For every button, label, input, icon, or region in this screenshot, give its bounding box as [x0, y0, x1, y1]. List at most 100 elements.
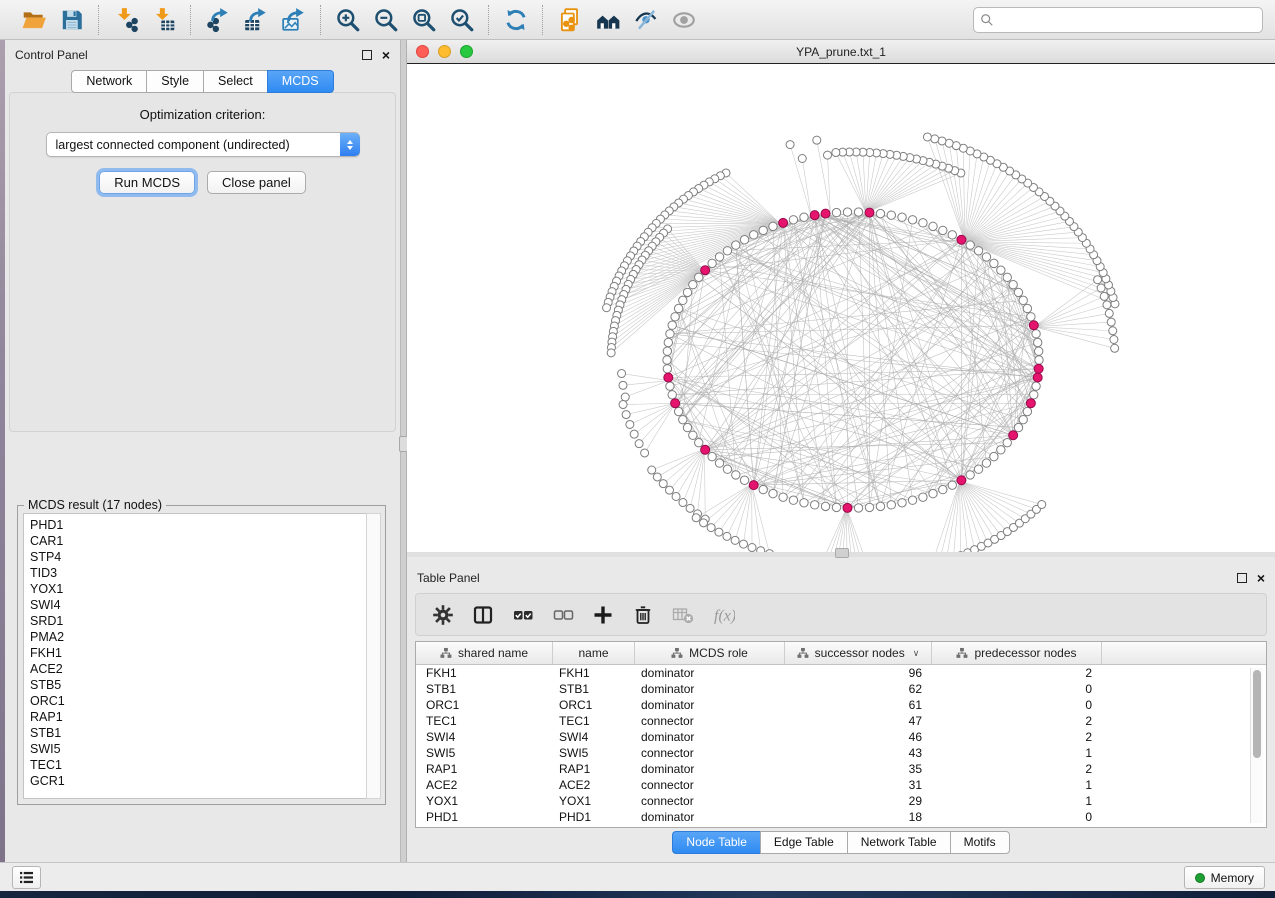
float-table-panel-icon[interactable] [1237, 573, 1247, 583]
table-cell[interactable]: connector [635, 746, 785, 760]
table-row[interactable]: FKH1FKH1dominator962 [416, 665, 1266, 681]
function-builder-icon[interactable]: f(x) [710, 602, 736, 628]
table-row[interactable]: YOX1YOX1connector291 [416, 793, 1266, 809]
table-cell[interactable]: 62 [785, 682, 932, 696]
network-graph[interactable] [407, 64, 1275, 553]
table-scrollbar[interactable] [1250, 668, 1263, 823]
network-splitter-handle[interactable] [835, 548, 849, 558]
table-cell[interactable]: dominator [635, 730, 785, 744]
import-network-icon[interactable] [110, 5, 142, 35]
tab-mcds[interactable]: MCDS [267, 70, 334, 93]
tab-node-table[interactable]: Node Table [672, 831, 760, 854]
table-cell[interactable]: dominator [635, 762, 785, 776]
memory-button[interactable]: Memory [1184, 866, 1265, 889]
column-header-shared-name[interactable]: shared name [416, 642, 553, 664]
table-cell[interactable]: FKH1 [416, 666, 553, 680]
add-column-icon[interactable] [590, 602, 616, 628]
delete-selected-icon[interactable] [630, 602, 656, 628]
table-cell[interactable]: 18 [785, 810, 932, 824]
table-cell[interactable]: STB1 [416, 682, 553, 696]
table-cell[interactable]: PHD1 [553, 810, 635, 824]
export-image-icon[interactable] [278, 5, 310, 35]
search-field[interactable] [973, 7, 1263, 33]
table-cell[interactable]: ACE2 [553, 778, 635, 792]
mcds-result-node[interactable]: SWI5 [30, 741, 366, 757]
table-cell[interactable]: ORC1 [553, 698, 635, 712]
table-cell[interactable]: dominator [635, 682, 785, 696]
zoom-selected-icon[interactable] [446, 5, 478, 35]
table-cell[interactable]: ACE2 [416, 778, 553, 792]
mcds-result-node[interactable]: STP4 [30, 549, 366, 565]
table-row[interactable]: TEC1TEC1connector472 [416, 713, 1266, 729]
table-row[interactable]: SWI4SWI4dominator462 [416, 729, 1266, 745]
close-table-panel-icon[interactable]: × [1257, 573, 1265, 583]
table-cell[interactable]: 0 [932, 810, 1102, 824]
network-canvas[interactable] [407, 63, 1275, 552]
save-session-icon[interactable] [56, 5, 88, 35]
delete-table-icon[interactable] [670, 602, 696, 628]
table-row[interactable]: RAP1RAP1dominator352 [416, 761, 1266, 777]
search-input[interactable] [999, 12, 1256, 28]
column-header-predecessor-nodes[interactable]: predecessor nodes [932, 642, 1102, 664]
tab-network-table[interactable]: Network Table [847, 831, 950, 854]
table-cell[interactable]: 0 [932, 698, 1102, 712]
table-cell[interactable]: STB1 [553, 682, 635, 696]
run-mcds-button[interactable]: Run MCDS [99, 171, 195, 194]
table-cell[interactable]: dominator [635, 666, 785, 680]
column-header-MCDS-role[interactable]: MCDS role [635, 642, 785, 664]
select-all-icon[interactable] [510, 602, 536, 628]
mcds-result-node[interactable]: YOX1 [30, 581, 366, 597]
tab-select[interactable]: Select [203, 70, 267, 93]
table-cell[interactable]: 43 [785, 746, 932, 760]
table-cell[interactable]: 29 [785, 794, 932, 808]
mcds-result-node[interactable]: SRD1 [30, 613, 366, 629]
toggle-columns-icon[interactable] [470, 602, 496, 628]
vertical-splitter[interactable] [400, 40, 407, 862]
table-cell[interactable]: 31 [785, 778, 932, 792]
new-network-from-selection-icon[interactable] [554, 5, 586, 35]
table-cell[interactable]: 0 [932, 682, 1102, 696]
hide-selected-icon[interactable] [630, 5, 662, 35]
first-neighbors-icon[interactable] [592, 5, 624, 35]
table-cell[interactable]: connector [635, 714, 785, 728]
mcds-result-node[interactable]: STB5 [30, 677, 366, 693]
table-row[interactable]: PHD1PHD1dominator180 [416, 809, 1266, 825]
mcds-result-node[interactable]: ORC1 [30, 693, 366, 709]
table-cell[interactable]: 1 [932, 778, 1102, 792]
table-settings-icon[interactable] [430, 602, 456, 628]
open-session-icon[interactable] [18, 5, 50, 35]
table-cell[interactable]: SWI5 [416, 746, 553, 760]
table-cell[interactable]: TEC1 [416, 714, 553, 728]
tab-network[interactable]: Network [71, 70, 146, 93]
table-cell[interactable]: 1 [932, 746, 1102, 760]
mcds-result-node[interactable]: SWI4 [30, 597, 366, 613]
tab-motifs[interactable]: Motifs [950, 831, 1010, 854]
table-cell[interactable]: TEC1 [553, 714, 635, 728]
table-cell[interactable]: 96 [785, 666, 932, 680]
mcds-result-node[interactable]: TEC1 [30, 757, 366, 773]
table-scrollbar-thumb[interactable] [1253, 670, 1261, 758]
tab-edge-table[interactable]: Edge Table [760, 831, 847, 854]
table-cell[interactable]: 35 [785, 762, 932, 776]
table-cell[interactable]: 2 [932, 762, 1102, 776]
mcds-result-node[interactable]: PMA2 [30, 629, 366, 645]
table-cell[interactable]: YOX1 [416, 794, 553, 808]
table-cell[interactable]: connector [635, 778, 785, 792]
table-cell[interactable]: SWI4 [416, 730, 553, 744]
mcds-result-node[interactable]: STB1 [30, 725, 366, 741]
table-cell[interactable]: ORC1 [416, 698, 553, 712]
mcds-result-node[interactable]: TID3 [30, 565, 366, 581]
table-cell[interactable]: 1 [932, 794, 1102, 808]
table-row[interactable]: ORC1ORC1dominator610 [416, 697, 1266, 713]
deselect-all-icon[interactable] [550, 602, 576, 628]
optimization-criterion-dropdown[interactable]: largest connected component (undirected) [46, 132, 360, 157]
table-cell[interactable]: FKH1 [553, 666, 635, 680]
task-history-button[interactable] [12, 866, 41, 889]
table-row[interactable]: ACE2ACE2connector311 [416, 777, 1266, 793]
close-panel-button[interactable]: Close panel [207, 171, 306, 194]
mcds-result-node[interactable]: GCR1 [30, 773, 366, 789]
table-cell[interactable]: dominator [635, 810, 785, 824]
refresh-icon[interactable] [500, 5, 532, 35]
table-cell[interactable]: PHD1 [416, 810, 553, 824]
table-row[interactable]: SWI5SWI5connector431 [416, 745, 1266, 761]
